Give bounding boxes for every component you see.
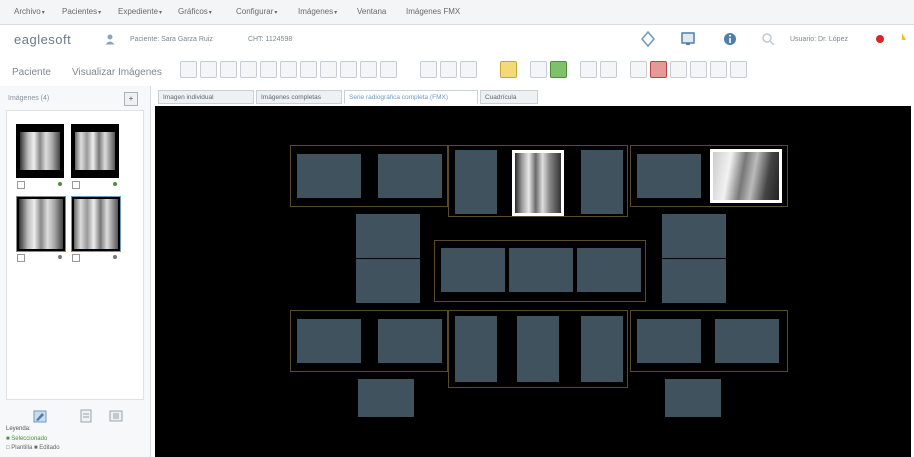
- redo-button[interactable]: [460, 61, 477, 78]
- settings-button[interactable]: [710, 61, 727, 78]
- fmx-slot-11[interactable]: [662, 259, 726, 303]
- fmx-slot-5[interactable]: [581, 150, 623, 214]
- rotate-right-button[interactable]: [200, 61, 217, 78]
- fmx-slot-1[interactable]: [297, 154, 361, 198]
- invert-button[interactable]: [380, 61, 397, 78]
- fmx-slot-7-image[interactable]: [710, 149, 782, 203]
- add-image-button[interactable]: +: [124, 92, 138, 106]
- user-label: Usuario: Dr. López: [790, 36, 848, 43]
- tab-full-images[interactable]: Imágenes completas: [256, 90, 342, 104]
- fmx-slot-13[interactable]: [509, 248, 573, 292]
- fmx-slot-2[interactable]: [378, 154, 442, 198]
- rotate-left-button[interactable]: [180, 61, 197, 78]
- highlight-button[interactable]: [500, 61, 517, 78]
- fmx-slot-19[interactable]: [581, 316, 623, 382]
- compare-button[interactable]: [690, 61, 707, 78]
- network-icon[interactable]: [640, 31, 656, 47]
- thumbnail-1[interactable]: [16, 124, 64, 178]
- close-view-button[interactable]: [730, 61, 747, 78]
- app-logo: eaglesoft: [14, 32, 72, 47]
- fmx-slot-18[interactable]: [517, 316, 559, 382]
- fmx-slot-17[interactable]: [455, 316, 497, 382]
- record-icon[interactable]: [872, 31, 888, 47]
- info-icon[interactable]: [722, 31, 738, 47]
- gallery-icon[interactable]: [108, 408, 124, 424]
- export-button[interactable]: [530, 61, 547, 78]
- save-button[interactable]: [550, 61, 567, 78]
- legend-title: Leyenda:: [6, 426, 31, 432]
- grid-button[interactable]: [630, 61, 647, 78]
- brightness-button[interactable]: [300, 61, 317, 78]
- contrast-button[interactable]: [320, 61, 337, 78]
- legend-line-2: □ Plantilla ■ Editado: [6, 445, 60, 451]
- thumbnail-3-checkbox[interactable]: [17, 254, 25, 262]
- flip-horizontal-button[interactable]: [220, 61, 237, 78]
- thumbnail-4-status-dot: [113, 255, 117, 259]
- search-icon[interactable]: [760, 31, 776, 47]
- patient-name: Paciente: Sara Garza Ruiz: [130, 36, 213, 43]
- thumbnail-3-status-dot: [58, 255, 62, 259]
- fmx-slot-22[interactable]: [358, 379, 414, 417]
- fmx-slot-6[interactable]: [637, 154, 701, 198]
- tab-fmx-series[interactable]: Serie radiográfica completa (FMX): [344, 90, 478, 104]
- menu-graficos[interactable]: Gráficos▾: [178, 7, 212, 16]
- monitor-icon[interactable]: [680, 31, 696, 47]
- menu-archivo[interactable]: Archivo▾: [14, 7, 45, 16]
- annotate-button[interactable]: [360, 61, 377, 78]
- menu-bar: Archivo▾ Pacientes▾ Expediente▾ Gráficos…: [0, 0, 914, 25]
- fmx-slot-4-image[interactable]: [512, 150, 564, 216]
- fmx-slot-23[interactable]: [665, 379, 721, 417]
- flip-vertical-button[interactable]: [240, 61, 257, 78]
- zoom-in-button[interactable]: [260, 61, 277, 78]
- thumbnail-3[interactable]: [16, 196, 66, 252]
- menu-configurar[interactable]: Configurar▾: [236, 7, 277, 16]
- layout-button[interactable]: [670, 61, 687, 78]
- menu-pacientes[interactable]: Pacientes▾: [62, 7, 101, 16]
- zoom-out-button[interactable]: [280, 61, 297, 78]
- print-button[interactable]: [580, 61, 597, 78]
- patient-id: CHT: 1124598: [248, 36, 293, 43]
- fmx-slot-9[interactable]: [662, 214, 726, 258]
- fmx-slot-15[interactable]: [297, 319, 361, 363]
- toolbar-label-view-images: Visualizar Imágenes: [72, 67, 162, 78]
- toolbar-label-patient: Paciente: [12, 67, 51, 78]
- fmx-slot-12[interactable]: [441, 248, 505, 292]
- thumbnail-2-checkbox[interactable]: [72, 181, 80, 189]
- thumbnail-1-checkbox[interactable]: [17, 181, 25, 189]
- fmx-slot-21[interactable]: [715, 319, 779, 363]
- delete-button[interactable]: [650, 61, 667, 78]
- tab-single-image[interactable]: Imagen individual: [158, 90, 254, 104]
- tab-grid[interactable]: Cuadrícula: [480, 90, 538, 104]
- fmx-slot-8[interactable]: [356, 214, 420, 258]
- menu-expediente[interactable]: Expediente▾: [118, 7, 162, 16]
- email-button[interactable]: [600, 61, 617, 78]
- thumbnail-4-checkbox[interactable]: [72, 254, 80, 262]
- menu-imagenes[interactable]: Imágenes▾: [298, 7, 337, 16]
- fmx-slot-14[interactable]: [577, 248, 641, 292]
- help-icon[interactable]: [894, 31, 910, 47]
- menu-ventana[interactable]: Ventana: [357, 7, 386, 16]
- thumbnail-2-status-dot: [113, 182, 117, 186]
- fmx-slot-20[interactable]: [637, 319, 701, 363]
- import-icon[interactable]: [32, 408, 48, 424]
- select-button[interactable]: [420, 61, 437, 78]
- print-icon[interactable]: [78, 408, 94, 424]
- thumbnail-4[interactable]: [71, 196, 121, 252]
- thumbnail-1-status-dot: [58, 182, 62, 186]
- sidebar-title: Imágenes (4): [8, 95, 50, 102]
- undo-button[interactable]: [440, 61, 457, 78]
- thumbnail-2[interactable]: [71, 124, 119, 178]
- legend-line-1: ■ Seleccionado: [6, 436, 48, 442]
- fmx-slot-10[interactable]: [356, 259, 420, 303]
- person-icon[interactable]: [104, 33, 116, 45]
- measure-button[interactable]: [340, 61, 357, 78]
- fmx-slot-3[interactable]: [455, 150, 497, 214]
- menu-imagenes-fmx[interactable]: Imágenes FMX: [406, 7, 460, 16]
- fmx-slot-16[interactable]: [378, 319, 442, 363]
